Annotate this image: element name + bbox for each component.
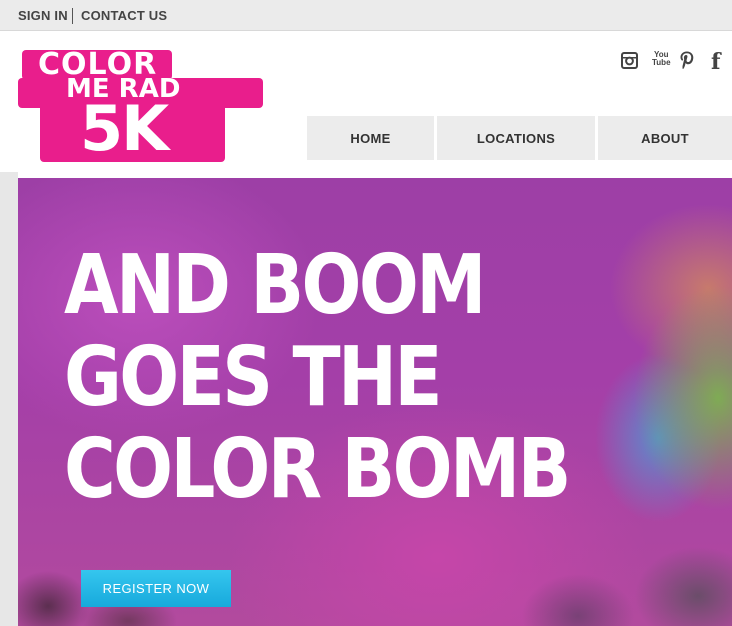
hero-left-gutter (0, 172, 18, 626)
facebook-icon[interactable]: f (711, 49, 720, 75)
instagram-icon[interactable] (621, 52, 638, 72)
hero-headline: AND BOOM GOES THE COLOR BOMB (64, 238, 571, 517)
hero-headline-line-3: COLOR BOMB (64, 422, 571, 517)
site-header: COLOR ME RAD 5K You Tube f HOME LOCATION… (0, 32, 732, 172)
logo-text-5k: 5K (80, 92, 169, 165)
youtube-icon-bottom: Tube (652, 58, 671, 67)
nav-item-home[interactable]: HOME (307, 116, 434, 160)
pinterest-icon[interactable] (679, 50, 695, 70)
youtube-icon[interactable]: You Tube (652, 51, 671, 71)
utility-bar: SIGN IN CONTACT US (0, 0, 732, 31)
site-logo[interactable]: COLOR ME RAD 5K (18, 48, 268, 163)
hero-headline-line-2: GOES THE (64, 330, 443, 425)
sign-in-link[interactable]: SIGN IN (18, 8, 68, 23)
nav-item-about[interactable]: ABOUT (598, 116, 732, 160)
nav-item-locations[interactable]: LOCATIONS (437, 116, 595, 160)
hero-banner: AND BOOM GOES THE COLOR BOMB REGISTER NO… (18, 178, 732, 626)
contact-us-link[interactable]: CONTACT US (81, 8, 167, 23)
register-now-button[interactable]: REGISTER NOW (81, 570, 231, 607)
utility-divider (72, 8, 73, 24)
hero-headline-line-1: AND BOOM (64, 238, 486, 333)
